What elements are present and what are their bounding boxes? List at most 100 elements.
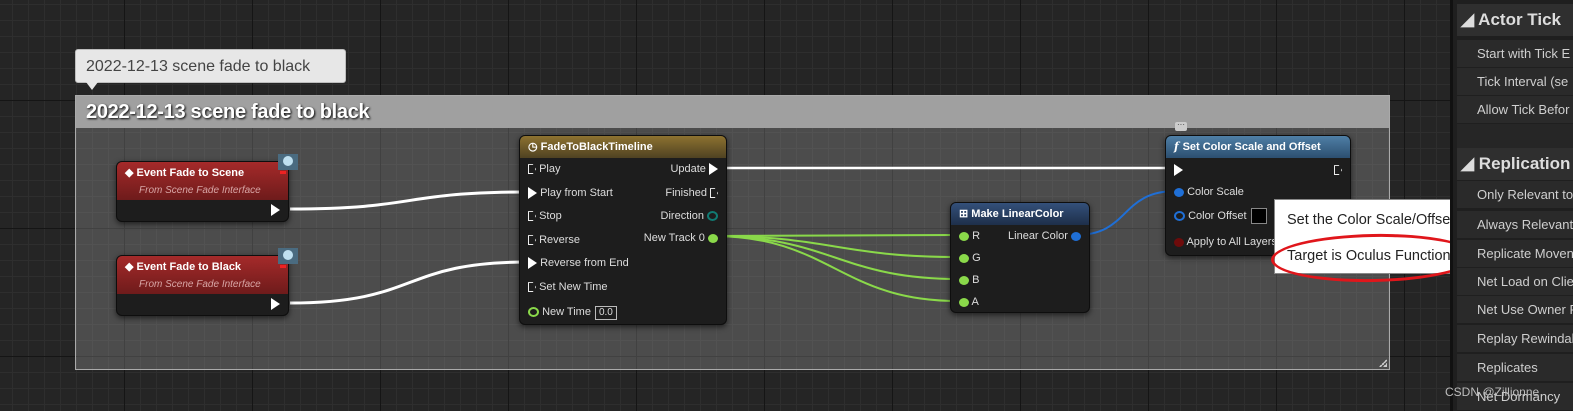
- exec-pin-icon: [271, 204, 280, 217]
- comment-header[interactable]: 2022-12-13 scene fade to black: [76, 96, 1389, 128]
- interface-message-icon: [276, 152, 298, 174]
- node-comment-icon[interactable]: ···: [1175, 121, 1187, 131]
- comment-bubble[interactable]: 2022-12-13 scene fade to black: [75, 49, 346, 90]
- struct-pin-icon: [1071, 231, 1081, 241]
- set-new-time-pin[interactable]: Set New Time: [528, 279, 608, 295]
- g-pin[interactable]: G: [959, 250, 981, 266]
- exec-pin-icon: [709, 163, 718, 176]
- color-offset-pin[interactable]: Color Offset: [1174, 208, 1267, 225]
- prop-only-relevant-to-owner: Only Relevant to: [1457, 181, 1573, 208]
- color-offset-swatch[interactable]: [1250, 208, 1267, 225]
- prop-spacer: [1457, 124, 1573, 151]
- pin-label: Finished: [665, 187, 707, 199]
- event-subtitle: From Scene Fade Interface: [139, 279, 261, 290]
- node-tooltip: Set the Color Scale/Offset Target is Ocu…: [1274, 199, 1450, 274]
- function-title: Set Color Scale and Offset: [1182, 141, 1321, 153]
- prop-start-with-tick: Start with Tick E: [1457, 40, 1573, 67]
- play-from-start-pin[interactable]: Play from Start: [528, 185, 613, 201]
- details-panel: ◢ Actor Tick Start with Tick E Tick Inte…: [1450, 0, 1573, 411]
- section-replication[interactable]: ◢ Replication: [1457, 148, 1573, 180]
- exec-pin-icon: [271, 298, 280, 311]
- prop-allow-tick-before: Allow Tick Befor: [1457, 96, 1573, 123]
- prop-replicate-movement: Replicate Moven: [1457, 240, 1573, 267]
- exec-out-pin[interactable]: [271, 202, 280, 218]
- watermark: CSDN @Zillionne: [1445, 385, 1540, 399]
- float-pin-icon: [528, 307, 539, 318]
- linear-color-out-pin[interactable]: Linear Color: [1008, 228, 1081, 244]
- pin-label: Play from Start: [540, 187, 613, 199]
- pin-label: Update: [670, 163, 706, 175]
- event-node-header: ◆ Event Fade to Black From Scene Fade In…: [117, 256, 288, 294]
- pin-label: Set New Time: [539, 281, 608, 293]
- function-icon: f: [1174, 140, 1183, 153]
- pin-label: A: [971, 296, 979, 308]
- pin-label: Color Scale: [1187, 186, 1244, 198]
- interface-message-icon: [276, 246, 298, 268]
- make-linear-color-node[interactable]: ⊞ Make LinearColor R G B A Linear Color: [950, 202, 1090, 313]
- exec-in-pin[interactable]: [1174, 162, 1183, 178]
- finished-pin[interactable]: Finished: [665, 185, 718, 201]
- float-pin-icon: [708, 233, 718, 243]
- pin-label: New Time: [542, 306, 591, 318]
- pin-label: Apply to All Layers: [1186, 236, 1277, 248]
- r-pin[interactable]: R: [959, 228, 980, 244]
- a-pin[interactable]: A: [959, 294, 979, 310]
- prop-replay-rewindable: Replay Rewindal: [1457, 325, 1573, 352]
- exec-pin-icon: [528, 257, 537, 270]
- float-pin-icon: [959, 297, 969, 307]
- reverse-from-end-pin[interactable]: Reverse from End: [528, 255, 629, 271]
- exec-pin-icon: [528, 282, 536, 293]
- event-diamond-icon: ◆: [125, 167, 137, 179]
- function-node-header: f Set Color Scale and Offset: [1166, 136, 1350, 158]
- apply-to-all-layers-pin[interactable]: Apply to All Layers: [1174, 234, 1277, 250]
- exec-pin-icon: [710, 188, 718, 199]
- bool-pin-icon: [1174, 237, 1184, 247]
- section-title: Actor Tick: [1478, 10, 1561, 29]
- section-title: Replication: [1478, 154, 1571, 173]
- reverse-pin[interactable]: Reverse: [528, 232, 580, 248]
- new-time-pin[interactable]: New Time 0.0: [528, 304, 617, 320]
- pin-label: Stop: [539, 210, 562, 222]
- float-pin-icon: [959, 253, 969, 263]
- make-node-header: ⊞ Make LinearColor: [951, 203, 1089, 225]
- resize-grip-icon[interactable]: [1377, 357, 1387, 367]
- pin-label: Reverse: [539, 234, 581, 246]
- pin-label: Play: [539, 163, 561, 175]
- prop-tick-interval: Tick Interval (se: [1457, 68, 1573, 95]
- update-pin[interactable]: Update: [670, 161, 718, 177]
- float-pin-icon: [959, 275, 969, 285]
- play-pin[interactable]: Play: [528, 161, 560, 177]
- exec-pin-icon: [1334, 165, 1342, 176]
- prop-net-use-owner-relevancy: Net Use Owner R: [1457, 296, 1573, 323]
- exec-pin-icon: [1174, 164, 1183, 177]
- timeline-node-header: ◷ FadeToBlackTimeline: [520, 136, 726, 158]
- clock-icon: ◷: [528, 141, 541, 153]
- exec-out-pin[interactable]: [1334, 162, 1342, 178]
- fade-to-black-timeline-node[interactable]: ◷ FadeToBlackTimeline Play Play from Sta…: [519, 135, 727, 325]
- color-scale-pin[interactable]: Color Scale: [1174, 184, 1244, 200]
- new-time-input[interactable]: 0.0: [594, 306, 617, 320]
- event-diamond-icon: ◆: [125, 261, 137, 273]
- timeline-title: FadeToBlackTimeline: [540, 141, 653, 153]
- event-fade-to-black-node[interactable]: ◆ Event Fade to Black From Scene Fade In…: [116, 255, 289, 316]
- direction-pin[interactable]: Direction: [661, 208, 718, 224]
- pin-label: R: [972, 230, 981, 242]
- prop-net-load-on-client: Net Load on Clie: [1457, 268, 1573, 295]
- pin-label: Direction: [660, 210, 704, 222]
- section-actor-tick[interactable]: ◢ Actor Tick: [1457, 4, 1573, 36]
- pin-label: B: [972, 274, 980, 286]
- struct-icon: ⊞: [959, 208, 972, 220]
- stop-pin[interactable]: Stop: [528, 208, 562, 224]
- tooltip-line-2: Target is Oculus Function Library: [1287, 248, 1450, 264]
- enum-pin-icon: [707, 211, 718, 222]
- b-pin[interactable]: B: [959, 272, 979, 288]
- make-title: Make LinearColor: [971, 208, 1064, 220]
- pin-label: G: [972, 252, 981, 264]
- new-track-0-pin[interactable]: New Track 0: [644, 230, 718, 246]
- event-subtitle: From Scene Fade Interface: [139, 185, 261, 196]
- event-title: Event Fade to Black: [136, 261, 242, 273]
- prop-replicates: Replicates: [1457, 354, 1573, 381]
- exec-out-pin[interactable]: [271, 296, 280, 312]
- event-fade-to-scene-node[interactable]: ◆ Event Fade to Scene From Scene Fade In…: [116, 161, 289, 222]
- blueprint-graph-canvas[interactable]: 2022-12-13 scene fade to black 2022-12-1…: [0, 0, 1450, 411]
